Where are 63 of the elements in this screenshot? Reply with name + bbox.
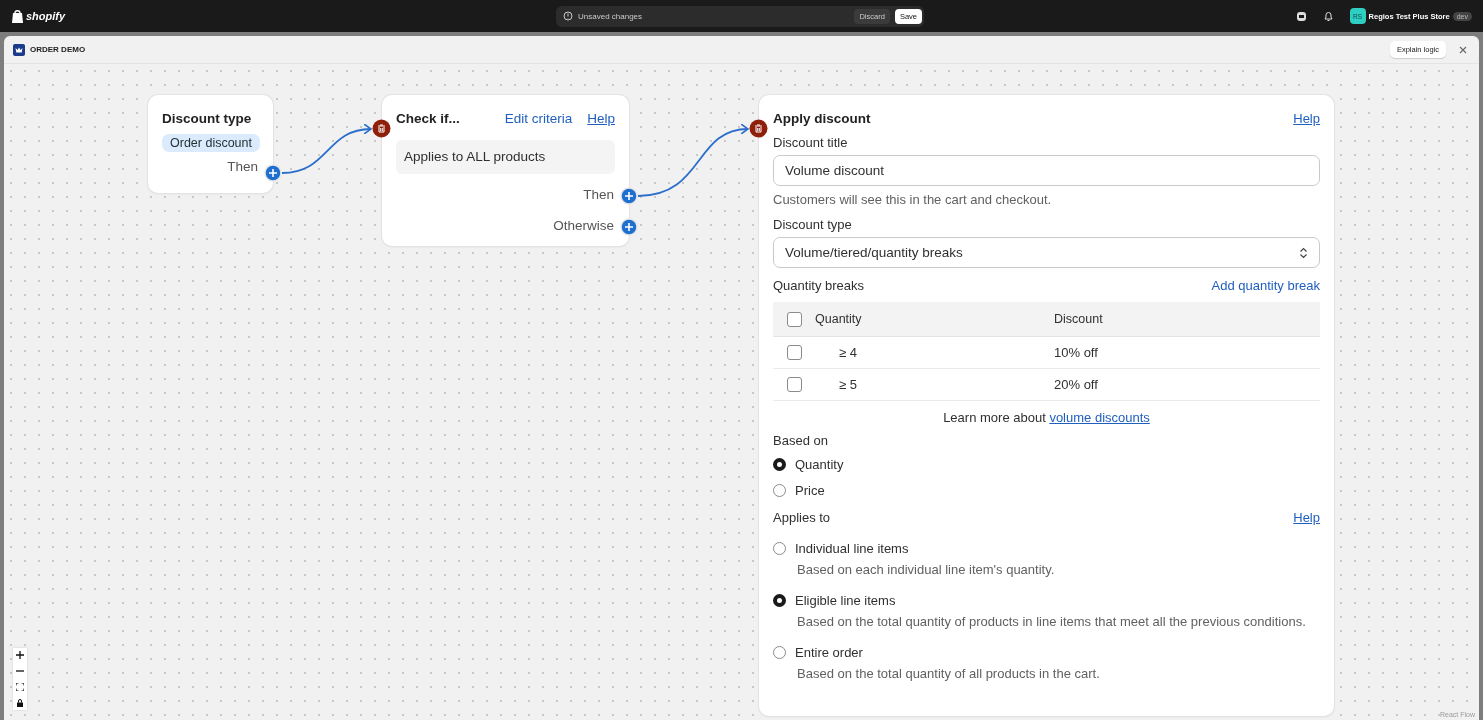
radio-label[interactable]: Entire order xyxy=(795,645,863,660)
radio-button[interactable] xyxy=(773,484,786,497)
node-card[interactable]: Discount type Order discount Then xyxy=(148,95,273,193)
shopping-bag-icon xyxy=(11,8,24,24)
radio-button[interactable] xyxy=(773,646,786,659)
help-text: Based on the total quantity of all products in the cart. xyxy=(797,666,1101,681)
column-header: Quantity xyxy=(815,312,863,326)
field-label: Discount type xyxy=(773,217,853,232)
field-label: Discount title xyxy=(773,135,849,150)
criteria-box: Applies to ALL products xyxy=(396,140,615,174)
store-icon[interactable] xyxy=(1295,10,1307,22)
discount-title-field[interactable]: Volume discount xyxy=(773,155,1320,186)
table-cell: 10% off xyxy=(1054,345,1098,360)
help-link[interactable]: Help xyxy=(587,111,615,126)
learn-more-text: Learn more about xyxy=(943,410,1046,425)
fit-view-icon[interactable] xyxy=(16,683,24,691)
help-text: Based on each individual line item's quantity. xyxy=(797,562,1056,577)
bell-icon[interactable] xyxy=(1322,10,1334,22)
chevron-icon xyxy=(1299,246,1308,259)
close-icon[interactable] xyxy=(1459,45,1467,54)
window-title: ORDER DEMO xyxy=(30,45,86,54)
help-text: Customers will see this in the cart and checkout. xyxy=(773,192,1053,207)
radio-button[interactable] xyxy=(773,458,786,471)
add-icon[interactable] xyxy=(264,164,282,182)
discount-tag: Order discount xyxy=(162,134,260,152)
lock-icon[interactable] xyxy=(16,699,24,707)
radio-label[interactable]: Price xyxy=(795,483,825,498)
output-label: Then xyxy=(583,186,614,202)
column-header: Discount xyxy=(1054,312,1103,326)
unsaved-notice: Unsaved changes xyxy=(578,11,644,21)
output-label: Otherwise xyxy=(553,217,614,233)
checkbox[interactable] xyxy=(786,345,802,360)
section-label: Applies to xyxy=(773,510,831,525)
section-label: Based on xyxy=(773,433,829,448)
table-cell-text: ≥ 5 xyxy=(838,377,858,392)
radio-button[interactable] xyxy=(773,594,786,607)
node-title: Discount type xyxy=(162,111,253,126)
node-title: Apply discount xyxy=(773,111,871,126)
radio-label[interactable]: Quantity xyxy=(795,457,844,472)
zoom-in-icon[interactable] xyxy=(16,651,24,659)
radio-label[interactable]: Eligible line items xyxy=(795,593,896,608)
table-cell-text: ≥ 4 xyxy=(838,345,858,360)
section-label: Quantity breaks xyxy=(773,278,865,293)
radio-label[interactable]: Individual line items xyxy=(795,541,909,556)
info-icon xyxy=(563,11,573,21)
help-text: Based on the total quantity of products in line items that meet all the previous conditions. xyxy=(797,614,1307,629)
output-label: Then xyxy=(227,159,258,174)
help-link[interactable]: Help xyxy=(1293,111,1320,126)
discount-type-select[interactable]: Volume/tiered/quantity breaks xyxy=(773,237,1320,268)
zoom-out-icon[interactable] xyxy=(16,667,24,675)
help-link[interactable]: Help xyxy=(1293,510,1320,525)
node-card[interactable]: Check if... Edit criteria Help Applies to ALL products Then Otherwise xyxy=(382,95,629,246)
add-quantity-break-link[interactable]: Add quantity break xyxy=(1211,278,1320,293)
crown-icon xyxy=(13,43,25,56)
edit-criteria-link[interactable]: Edit criteria xyxy=(504,111,573,126)
node-title: Check if... xyxy=(396,111,460,126)
radio-button[interactable] xyxy=(773,542,786,555)
brand-logo: shopify xyxy=(26,10,66,22)
checkbox[interactable] xyxy=(786,377,802,392)
node-card[interactable] xyxy=(759,95,1334,716)
table-cell: 20% off xyxy=(1054,377,1098,392)
checkbox[interactable] xyxy=(786,311,802,327)
volume-discounts-link[interactable]: volume discounts xyxy=(1049,410,1150,425)
